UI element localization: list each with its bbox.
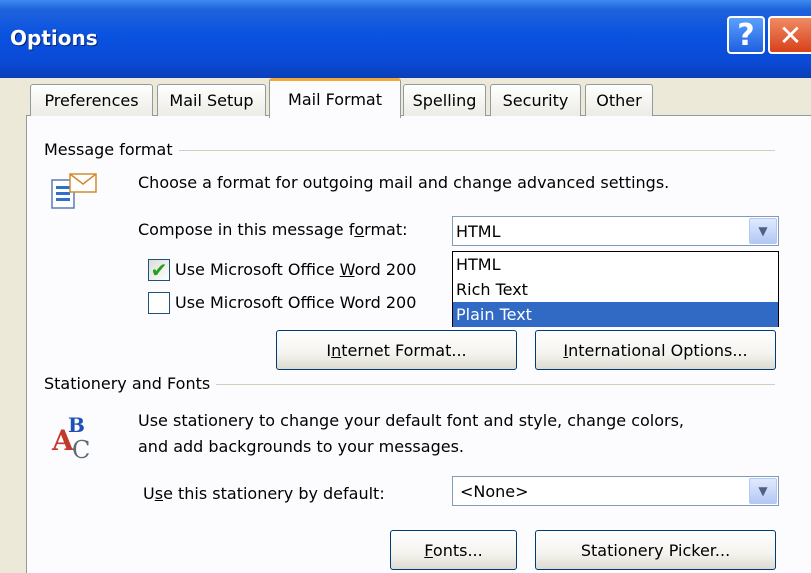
default-stationery-select[interactable]: <None> ▼: [452, 476, 779, 506]
tab-preferences[interactable]: Preferences: [30, 84, 153, 116]
checkmark-icon: ✔: [150, 258, 168, 282]
svg-text:C: C: [72, 436, 90, 462]
tab-strip: Preferences Mail Setup Mail Format Spell…: [30, 78, 811, 118]
stationery-picker-button[interactable]: Stationery Picker...: [535, 530, 776, 570]
international-options-button[interactable]: International Options...: [535, 330, 776, 370]
dropdown-option-rich-text[interactable]: Rich Text: [453, 277, 778, 302]
internet-format-label: Internet Format...: [326, 340, 467, 360]
international-options-label: International Options...: [563, 340, 748, 360]
tab-spelling[interactable]: Spelling: [403, 84, 486, 116]
mail-document-icon: [51, 173, 97, 209]
dropdown-option-plain-text[interactable]: Plain Text: [453, 302, 778, 327]
chevron-down-icon[interactable]: ▼: [749, 478, 777, 504]
compose-format-select[interactable]: HTML ▼: [452, 216, 779, 246]
default-stationery-label: Use this stationery by default:: [143, 484, 385, 503]
help-icon: ?: [737, 17, 755, 53]
compose-format-dropdown-list: HTML Rich Text Plain Text: [452, 251, 779, 327]
tab-other[interactable]: Other: [585, 84, 653, 116]
fonts-button[interactable]: Fonts...: [390, 530, 517, 570]
message-format-group-label: Message format: [44, 140, 179, 159]
close-button[interactable]: ✕: [768, 16, 811, 54]
svg-text:B: B: [68, 413, 85, 437]
close-icon: ✕: [778, 18, 803, 52]
chevron-down-icon[interactable]: ▼: [749, 218, 777, 244]
word-read-checkbox[interactable]: [148, 292, 170, 314]
default-stationery-value: <None>: [460, 481, 529, 501]
message-format-description: Choose a format for outgoing mail and ch…: [138, 173, 670, 192]
stationery-description-line1: Use stationery to change your default fo…: [138, 411, 685, 430]
internet-format-button[interactable]: Internet Format...: [276, 330, 517, 370]
fonts-abc-icon: A B C: [51, 413, 90, 462]
word-edit-checkbox[interactable]: ✔: [148, 258, 170, 282]
tab-mail-setup[interactable]: Mail Setup: [157, 84, 266, 116]
compose-format-value: HTML: [456, 221, 501, 241]
tab-mail-format[interactable]: Mail Format: [269, 78, 401, 118]
stationery-group-label: Stationery and Fonts: [44, 374, 217, 393]
stationery-description-line2: and add backgrounds to your messages.: [138, 437, 464, 456]
word-read-label: Use Microsoft Office Word 200: [175, 293, 417, 312]
window-title: Options: [10, 26, 98, 50]
dropdown-option-html[interactable]: HTML: [453, 252, 778, 277]
title-bar[interactable]: Options ? ✕: [0, 0, 811, 78]
word-edit-label: Use Microsoft Office Word 200: [175, 260, 417, 279]
compose-format-label: Compose in this message format:: [138, 220, 408, 239]
tab-security[interactable]: Security: [490, 84, 581, 116]
help-button[interactable]: ?: [727, 16, 765, 54]
fonts-button-label: Fonts...: [424, 540, 483, 560]
